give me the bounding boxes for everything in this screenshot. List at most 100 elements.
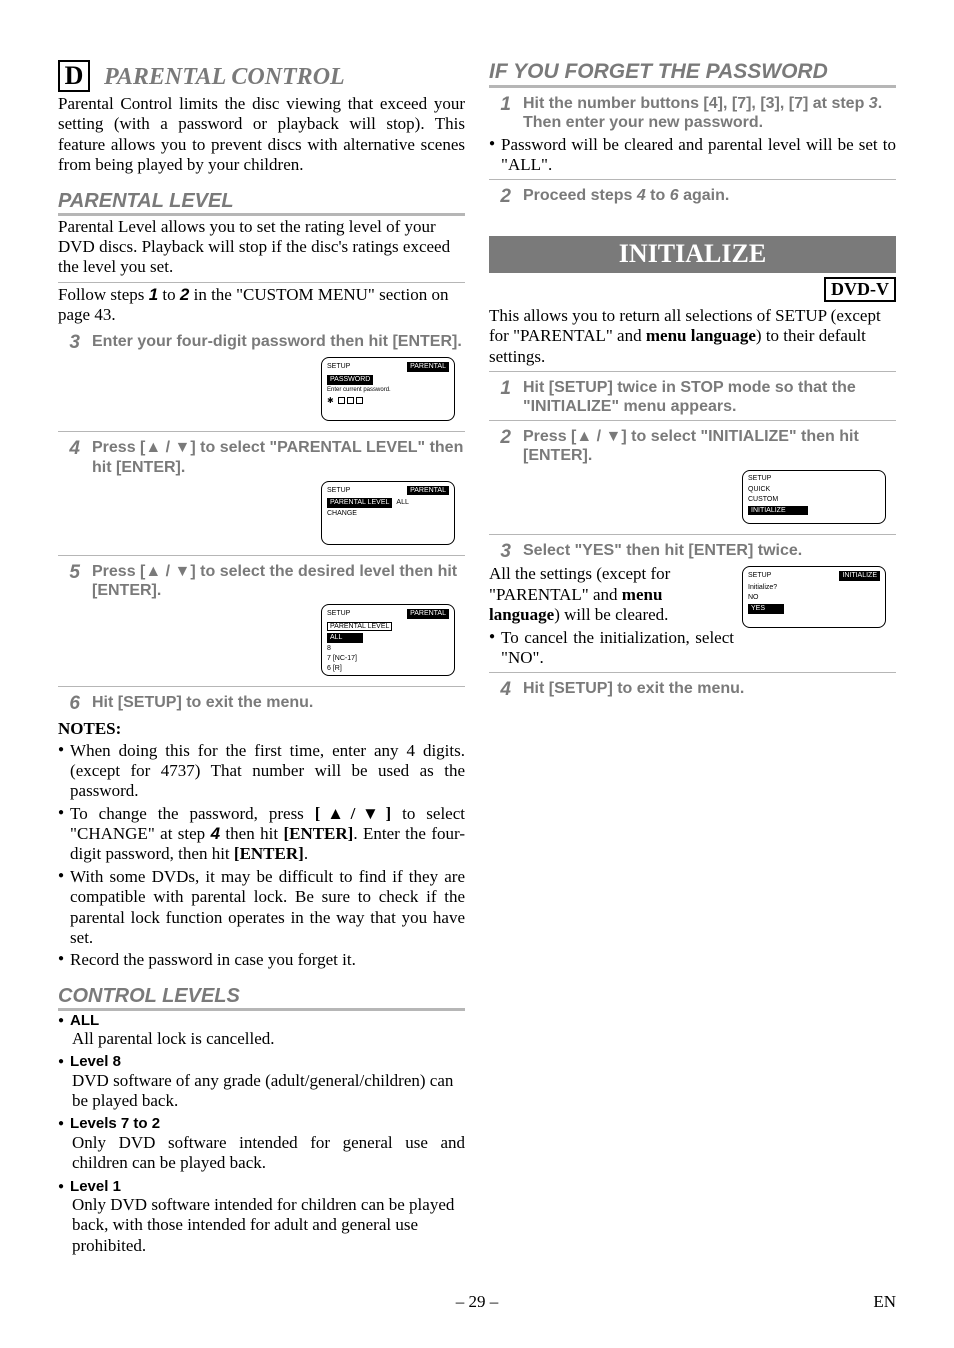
control-levels: ALL All parental lock is cancelled. Leve…	[58, 1012, 465, 1256]
step-number: 1	[489, 94, 511, 132]
divider	[489, 179, 896, 180]
manual-page: D PARENTAL CONTROL Parental Control limi…	[0, 0, 954, 1300]
level-1-name: Level 1	[70, 1178, 121, 1195]
osd-initialize-question: Initialize?	[748, 584, 880, 592]
step-instruction: Press [▲ / ▼] to select the desired leve…	[92, 562, 465, 600]
step-instruction: Select "YES" then hit [ENTER] twice.	[523, 541, 802, 563]
osd-initialize-item: INITIALIZE	[748, 506, 808, 516]
osd-parental-level-item: PARENTAL LEVEL	[327, 622, 392, 632]
osd-parental-level: SETUP PARENTAL PARENTAL LEVEL ALL CHANGE	[321, 481, 455, 545]
level-all-desc: All parental lock is cancelled.	[72, 1029, 465, 1049]
step-number: 2	[489, 186, 511, 208]
follow-steps-text: Follow steps 1 to 2 in the "CUSTOM MENU"…	[58, 285, 465, 326]
step-number: 3	[489, 541, 511, 563]
step-number: 6	[58, 693, 80, 715]
page-number: – 29 –	[98, 1292, 856, 1312]
init-cancel-note: To cancel the initialization, select "NO…	[489, 628, 896, 669]
level-8-desc: DVD software of any grade (adult/general…	[72, 1071, 465, 1112]
intro-text: Parental Control limits the disc viewing…	[58, 94, 465, 176]
parental-level-text: Parental Level allows you to set the rat…	[58, 217, 465, 278]
step-instruction: Enter your four-digit password then hit …	[92, 332, 462, 354]
step-instruction: Press [▲ / ▼] to select "INITIALIZE" the…	[523, 427, 896, 465]
notes-heading: NOTES:	[58, 719, 465, 739]
divider	[489, 534, 896, 535]
step-instruction: Hit [SETUP] twice in STOP mode so that t…	[523, 378, 896, 416]
forgot-password-heading: IF YOU FORGET THE PASSWORD	[489, 60, 896, 88]
osd-setup-label: SETUP	[327, 610, 350, 618]
osd-password: SETUP PARENTAL PASSWORD Enter current pa…	[321, 357, 455, 421]
step-instruction: Hit the number buttons [4], [7], [3], [7…	[523, 94, 896, 132]
level-all-name: ALL	[70, 1012, 99, 1029]
divider	[489, 672, 896, 673]
step-instruction: Hit [SETUP] to exit the menu.	[92, 693, 313, 715]
step-instruction: Hit [SETUP] to exit the menu.	[523, 679, 744, 701]
divider	[489, 371, 896, 372]
osd-setup-label: SETUP	[327, 363, 350, 371]
language-code: EN	[856, 1292, 896, 1312]
initialize-intro: This allows you to return all selections…	[489, 306, 896, 367]
osd-level-select: SETUP PARENTAL PARENTAL LEVEL ALL 8 7 [N…	[321, 604, 455, 676]
initialize-banner: INITIALIZE	[489, 236, 896, 273]
right-column: IF YOU FORGET THE PASSWORD 1 Hit the num…	[489, 60, 896, 1260]
osd-password-label: PASSWORD	[327, 375, 373, 385]
divider	[58, 686, 465, 687]
step-instruction: Proceed steps 4 to 6 again.	[523, 186, 729, 208]
osd-setup-label: SETUP	[327, 487, 350, 495]
control-levels-heading: CONTROL LEVELS	[58, 985, 465, 1011]
note-item: With some DVDs, it may be difficult to f…	[58, 867, 465, 949]
osd-quick: QUICK	[748, 486, 880, 494]
step-5: 5 Press [▲ / ▼] to select the desired le…	[58, 562, 465, 600]
levels-7-2-name: Levels 7 to 2	[70, 1115, 160, 1132]
osd-tab-parental: PARENTAL	[407, 362, 449, 372]
note-item: Record the password in case you forget i…	[58, 950, 465, 970]
step-6: 6 Hit [SETUP] to exit the menu.	[58, 693, 465, 715]
forgot-note: Password will be cleared and parental le…	[489, 135, 896, 176]
osd-initialize-confirm: SETUP INITIALIZE Initialize? NO YES	[742, 566, 886, 628]
step-number: 5	[58, 562, 80, 600]
step-instruction: Press [▲ / ▼] to select "PARENTAL LEVEL"…	[92, 438, 465, 476]
step-number: 1	[489, 378, 511, 416]
init-step-2: 2 Press [▲ / ▼] to select "INITIALIZE" t…	[489, 427, 896, 465]
section-title: PARENTAL CONTROL	[104, 64, 345, 92]
osd-level-8: 8	[327, 645, 449, 653]
level-8-name: Level 8	[70, 1053, 121, 1070]
forgot-step-1: 1 Hit the number buttons [4], [7], [3], …	[489, 94, 896, 132]
init-step-1: 1 Hit [SETUP] twice in STOP mode so that…	[489, 378, 896, 416]
divider	[58, 431, 465, 432]
osd-custom: CUSTOM	[748, 496, 880, 504]
divider	[58, 282, 465, 283]
level-1-desc: Only DVD software intended for children …	[72, 1195, 465, 1256]
osd-level-7: 7 [NC-17]	[327, 655, 449, 663]
step-number: 2	[489, 427, 511, 465]
init-step-4: 4 Hit [SETUP] to exit the menu.	[489, 679, 896, 701]
dvd-v-badge: DVD-V	[824, 277, 896, 302]
osd-level-all: ALL	[327, 633, 363, 643]
page-footer: – 29 – EN	[0, 1292, 954, 1312]
osd-tab-parental: PARENTAL	[407, 609, 449, 619]
osd-yes: YES	[748, 604, 784, 614]
osd-parental-level-item: PARENTAL LEVEL	[327, 498, 392, 508]
step-3: 3 Enter your four-digit password then hi…	[58, 332, 465, 354]
section-header: D PARENTAL CONTROL	[58, 60, 465, 92]
divider	[58, 555, 465, 556]
osd-enter-password-text: Enter current password.	[327, 387, 449, 394]
left-column: D PARENTAL CONTROL Parental Control limi…	[58, 60, 465, 1260]
step-number: 4	[489, 679, 511, 701]
osd-all-label: ALL	[396, 499, 408, 507]
osd-tab-parental: PARENTAL	[407, 486, 449, 496]
osd-level-6: 6 [R]	[327, 665, 449, 673]
osd-setup-label: SETUP	[748, 475, 771, 483]
step-number: 3	[58, 332, 80, 354]
note-item: To change the password, press [▲/▼] to s…	[58, 804, 465, 865]
osd-initialize-menu: SETUP QUICK CUSTOM INITIALIZE	[742, 470, 886, 524]
step-4: 4 Press [▲ / ▼] to select "PARENTAL LEVE…	[58, 438, 465, 476]
section-letter: D	[58, 60, 90, 92]
divider	[489, 420, 896, 421]
init-step-3: 3 Select "YES" then hit [ENTER] twice.	[489, 541, 896, 563]
osd-change-item: CHANGE	[327, 510, 449, 518]
parental-level-heading: PARENTAL LEVEL	[58, 190, 465, 216]
osd-setup-label: SETUP	[748, 572, 771, 580]
osd-no: NO	[748, 594, 880, 602]
levels-7-2-desc: Only DVD software intended for general u…	[72, 1133, 465, 1174]
note-item: When doing this for the first time, ente…	[58, 741, 465, 802]
